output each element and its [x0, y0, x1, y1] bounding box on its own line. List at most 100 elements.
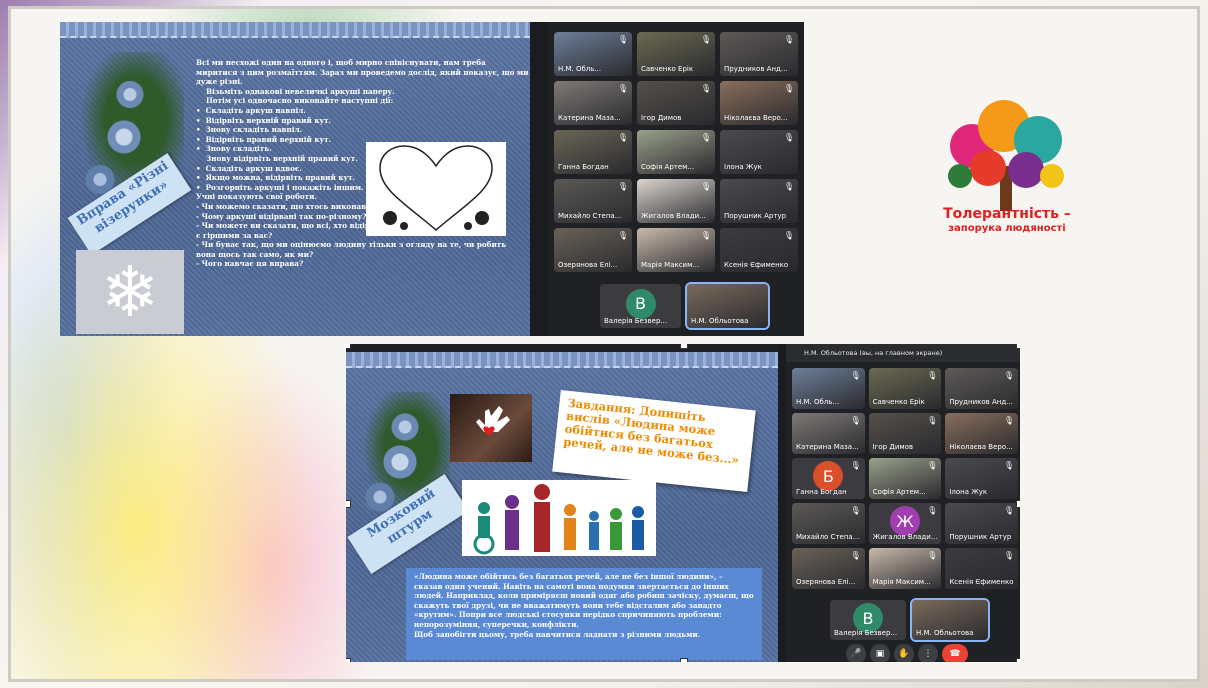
avatar: В: [625, 288, 656, 319]
mic-off-icon: 🎙: [700, 182, 711, 191]
more-options-button[interactable]: ⋮: [918, 644, 938, 662]
resize-handle[interactable]: [680, 658, 688, 662]
participant-tile[interactable]: 🎙 Савченко Ерік: [637, 32, 715, 76]
participant-tile[interactable]: 🎙 Ігор Димов: [637, 81, 715, 125]
text-line: Візьміть однакові невеличкі аркуші папер…: [196, 86, 395, 96]
text-line: Потім усі одночасно виконайте наступні д…: [196, 96, 394, 106]
participant-name: Ксенія Єфименко: [724, 261, 789, 269]
end-call-button[interactable]: ☎: [942, 644, 968, 662]
participant-tile[interactable]: Н.М. Обльотова: [910, 598, 990, 642]
mic-off-icon: 🎙: [927, 461, 938, 470]
logo-line-2: запорука людяності: [948, 223, 1066, 234]
participant-tile[interactable]: 🎙 Жигалов Влади...: [637, 179, 715, 223]
participant-tile[interactable]: 🎙 Катерина Маза...: [554, 81, 632, 125]
participant-tile[interactable]: 🎙 Ігор Димов: [868, 413, 942, 454]
participant-tile[interactable]: 🎙 Савченко Ерік: [868, 368, 942, 409]
meet-header: Н.М. Обльотова (вы, на главном экране): [786, 344, 1020, 362]
participant-name: Михайло Степа...: [558, 212, 622, 220]
participant-tile[interactable]: Н.М. Обльотова: [685, 282, 770, 330]
participant-name: Марія Максим...: [641, 261, 700, 269]
participant-tile[interactable]: 🎙 Михайло Степа...: [792, 503, 865, 544]
participant-tile[interactable]: 🎙 Прудников Анд...: [720, 32, 798, 76]
mic-off-icon: 🎙: [783, 133, 794, 142]
resize-handle[interactable]: [346, 500, 351, 508]
participant-name: Ксенія Єфименко: [949, 578, 1014, 586]
participant-tile[interactable]: Ж 🎙 Жигалов Влади...: [868, 503, 942, 544]
text-line: дуже різні.: [196, 77, 243, 87]
mic-off-icon: 🎙: [617, 182, 628, 191]
participant-name: Жигалов Влади...: [872, 533, 938, 541]
participant-tile[interactable]: 🎙 Н.М. Обль...: [554, 32, 632, 76]
screenshot-2: Мозковий штурм Завдання: Допишіть вислів…: [346, 344, 1020, 662]
resize-handle[interactable]: [346, 344, 351, 349]
participant-tile[interactable]: 🎙 Озерянова Елі...: [554, 228, 632, 272]
participant-name: Жигалов Влади...: [641, 212, 706, 220]
participant-tile[interactable]: 🎙 Ілона Жук: [945, 458, 1018, 499]
participant-tile[interactable]: 🎙 Ніколаєва Веро...: [720, 81, 798, 125]
hands-heart-image: [450, 394, 532, 462]
participant-tile[interactable]: Б 🎙 Ганна Богдан: [792, 458, 865, 499]
mic-off-icon: 🎙: [700, 35, 711, 44]
participant-name: Марія Максим...: [872, 578, 931, 586]
participant-name: Ганна Богдан: [796, 488, 847, 496]
avatar: Б: [813, 461, 844, 492]
mic-off-icon: 🎙: [1003, 461, 1014, 470]
participant-grid: 🎙 Н.М. Обль... 🎙 Савченко Ерік 🎙 Прудников Ан…: [554, 32, 798, 272]
meet-panel-2: Н.М. Обльотова (вы, на главном экране) 🎙…: [786, 344, 1020, 662]
participant-tile[interactable]: 🎙 Ксенія Єфименко: [945, 548, 1018, 589]
people-image: [462, 480, 656, 556]
meet-header-text: Н.М. Обльотова (вы, на главном экране): [804, 349, 943, 357]
participant-tile[interactable]: 🎙 Катерина Маза...: [792, 413, 865, 454]
mic-off-icon: 🎙: [617, 35, 628, 44]
divider: [530, 22, 548, 336]
participant-name: Ілона Жук: [724, 163, 762, 171]
participant-tile[interactable]: 🎙 Марія Максим...: [868, 548, 942, 589]
participant-name: Савченко Ерік: [872, 398, 925, 406]
participant-tile[interactable]: 🎙 Порушник Артур: [945, 503, 1018, 544]
mic-off-icon: 🎙: [927, 371, 938, 380]
mic-off-icon: 🎙: [927, 506, 938, 515]
slide-1: Вправа «Різні візерунки» ❄ Всі ми несхож…: [60, 22, 530, 336]
participant-name: Ніколаєва Веро...: [949, 443, 1013, 451]
participant-tile[interactable]: В Валерія Безвер...: [830, 600, 906, 640]
text-line: • Складіть аркуш навпіл.: [196, 105, 306, 115]
participant-tile[interactable]: 🎙 Марія Максим...: [637, 228, 715, 272]
participant-tile[interactable]: 🎙 Ілона Жук: [720, 130, 798, 174]
participant-name: Ніколаєва Веро...: [724, 114, 788, 122]
participant-tile[interactable]: 🎙 Прудников Анд...: [945, 368, 1018, 409]
participant-tile[interactable]: 🎙 Софія Артем...: [637, 130, 715, 174]
participant-tile[interactable]: 🎙 Михайло Степа...: [554, 179, 632, 223]
participant-tile[interactable]: 🎙 Порушник Артур: [720, 179, 798, 223]
participant-tile[interactable]: 🎙 Ксенія Єфименко: [720, 228, 798, 272]
participant-name: Софія Артем...: [872, 488, 926, 496]
task-text: Завдання: Допишіть вислів «Людина може о…: [562, 395, 740, 467]
mic-off-icon: 🎙: [1003, 506, 1014, 515]
participant-tile[interactable]: 🎙 Ніколаєва Веро...: [945, 413, 1018, 454]
participant-name: Валерія Безвер...: [834, 629, 898, 637]
text-line: вона щось так само, як ми?: [196, 249, 314, 259]
camera-button[interactable]: ▣: [870, 644, 890, 662]
resize-handle[interactable]: [1016, 500, 1020, 508]
mic-off-icon: 🎙: [850, 371, 861, 380]
resize-handle[interactable]: [1016, 658, 1020, 662]
slide-2: Мозковий штурм Завдання: Допишіть вислів…: [346, 352, 778, 662]
resize-handle[interactable]: [680, 344, 688, 349]
text-line: Щоб запобігти цьому, треба навчитися лад…: [414, 629, 701, 639]
mic-off-icon: 🎙: [850, 416, 861, 425]
participant-name: Ганна Богдан: [558, 163, 609, 171]
participant-tile[interactable]: 🎙 Софія Артем...: [868, 458, 942, 499]
mic-off-icon: 🎙: [850, 461, 861, 470]
participant-name: Прудников Анд...: [949, 398, 1013, 406]
resize-handle[interactable]: [1016, 344, 1020, 349]
divider: [778, 344, 786, 662]
participant-name: Прудников Анд...: [724, 65, 788, 73]
mic-off-icon: 🎙: [850, 506, 861, 515]
participant-tile[interactable]: В Валерія Безвер...: [600, 284, 681, 328]
raise-hand-button[interactable]: ✋: [894, 644, 914, 662]
participant-tile[interactable]: 🎙 Озерянова Елі...: [792, 548, 865, 589]
resize-handle[interactable]: [346, 658, 351, 662]
participant-tile[interactable]: 🎙 Ганна Богдан: [554, 130, 632, 174]
participant-tile[interactable]: 🎙 Н.М. Обль...: [792, 368, 865, 409]
mic-button[interactable]: 🎤: [846, 644, 866, 662]
mic-off-icon: 🎙: [783, 35, 794, 44]
